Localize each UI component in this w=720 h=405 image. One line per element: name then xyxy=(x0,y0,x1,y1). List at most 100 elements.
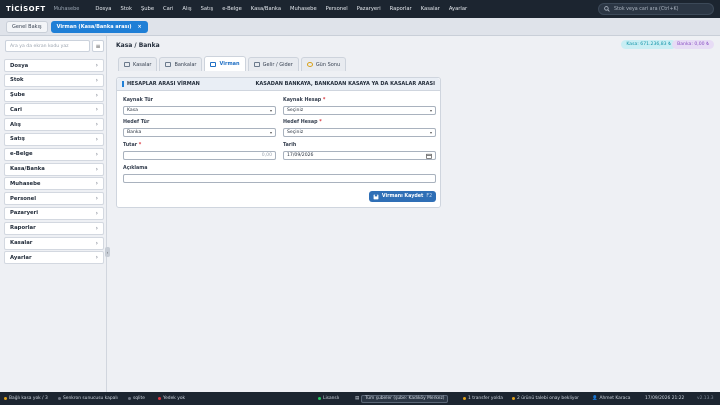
global-search-input[interactable]: Stok veya cari ara (Ctrl+K) xyxy=(598,3,714,15)
chevron-right-icon: › xyxy=(95,62,98,69)
chevron-right-icon: › xyxy=(95,135,98,143)
menu-muhasebe[interactable]: Muhasebe xyxy=(290,6,317,12)
menu-raporlar[interactable]: Raporlar xyxy=(390,6,412,12)
menu-pazaryeri[interactable]: Pazaryeri xyxy=(357,6,381,12)
subtab-virman[interactable]: Virman xyxy=(204,56,246,71)
menu-dosya[interactable]: Dosya xyxy=(95,6,111,12)
status-user[interactable]: 👤 Ahmet Karaca xyxy=(592,396,630,401)
menu-ebelge[interactable]: e-Belge xyxy=(222,6,242,12)
chevron-down-icon: ▾ xyxy=(269,130,272,135)
kasa-balance-badge: Kasa: 671.236,83 ₺ xyxy=(621,40,676,49)
search-icon xyxy=(604,6,610,12)
kaynak-tur-select[interactable]: Kasa ▾ xyxy=(123,106,276,115)
save-icon xyxy=(373,194,379,199)
status-datetime: 17/09/2026 21:22 xyxy=(645,396,685,401)
sidebar-item-sube[interactable]: Şube › xyxy=(4,88,104,102)
tutar-label: Tutar * xyxy=(123,143,142,148)
status-requests[interactable]: 2 ürünü talebi onay bekliyor xyxy=(512,396,579,401)
menu-personel[interactable]: Personel xyxy=(326,6,348,12)
subtab-gun-sonu[interactable]: Gün Sonu xyxy=(300,57,347,71)
sidebar-item-label: Stok xyxy=(10,77,24,84)
sidebar-item-ebelge[interactable]: e-Belge › xyxy=(4,147,104,161)
document-tabs: Genel Bakış Virman (Kasa/Banka arası) × xyxy=(0,18,720,36)
sidebar-item-stok[interactable]: Stok › xyxy=(4,73,104,87)
chevron-right-icon: › xyxy=(95,91,98,99)
menu-ayarlar[interactable]: Ayarlar xyxy=(449,6,467,12)
search-placeholder: Stok veya cari ara (Ctrl+K) xyxy=(614,6,679,12)
sidebar-search-input[interactable]: Ara ya da ekran kodu yaz xyxy=(5,40,90,52)
sidebar-item-cari[interactable]: Cari › xyxy=(4,103,104,117)
chevron-right-icon: › xyxy=(95,209,98,217)
sidebar-item-kasalar[interactable]: Kasalar › xyxy=(4,236,104,250)
chevron-down-icon: ▾ xyxy=(429,130,432,135)
branch-icon: ▤ xyxy=(355,396,360,401)
status-transfer[interactable]: 1 transfer yolda xyxy=(463,396,503,401)
warning-dot-icon xyxy=(4,397,7,400)
app-logo: TİCİSOFT xyxy=(6,5,46,13)
status-dot-icon xyxy=(58,397,61,400)
page-header: Kasa / Banka Kasa: 671.236,83 ₺ Banka: 0… xyxy=(110,36,720,54)
sidebar-item-pazaryeri[interactable]: Pazaryeri › xyxy=(4,206,104,220)
chevron-right-icon: › xyxy=(95,254,98,262)
menu-kasalar[interactable]: Kasalar xyxy=(421,6,440,12)
sidebar-menu-toggle-icon[interactable]: ≡ xyxy=(92,40,104,52)
select-value: Seçiniz xyxy=(287,130,304,135)
chevron-down-icon: ▾ xyxy=(429,108,432,113)
kaynak-hesap-select[interactable]: Seçiniz ▾ xyxy=(283,106,436,115)
status-sync: Senkron sunucusu kapalı xyxy=(58,396,118,401)
kaynak-tur-label: Kaynak Tür xyxy=(123,98,154,103)
sidebar-item-muhasebe[interactable]: Muhasebe › xyxy=(4,177,104,191)
select-value: Banka xyxy=(127,130,142,135)
chevron-right-icon: › xyxy=(95,150,98,158)
sidebar-item-label: Personel xyxy=(10,195,37,202)
menu-kasa-banka[interactable]: Kasa/Banka xyxy=(251,6,281,12)
subtab-gelir-gider[interactable]: Gelir / Gider xyxy=(247,57,299,71)
tab-genel-bakis[interactable]: Genel Bakış xyxy=(6,20,48,33)
hedef-hesap-select[interactable]: Seçiniz ▾ xyxy=(283,128,436,137)
calendar-icon[interactable] xyxy=(426,153,432,159)
save-virman-button[interactable]: Virmanı Kaydet F2 xyxy=(369,191,436,202)
hedef-hesap-label: Hedef Hesap * xyxy=(283,120,322,125)
request-dot-icon xyxy=(512,397,515,400)
sidebar-item-alis[interactable]: Alış › xyxy=(4,118,104,132)
select-value: Seçiniz xyxy=(287,108,304,113)
sidebar-item-kasa-banka[interactable]: Kasa/Banka › xyxy=(4,162,104,176)
menu-cari[interactable]: Cari xyxy=(163,6,173,12)
menu-stok[interactable]: Stok xyxy=(120,6,132,12)
chevron-right-icon: › xyxy=(95,239,98,247)
tab-virman[interactable]: Virman (Kasa/Banka arası) × xyxy=(50,20,148,33)
sidebar-item-personel[interactable]: Personel › xyxy=(4,192,104,206)
aciklama-label: Açıklama xyxy=(123,166,148,171)
chevron-down-icon: ▾ xyxy=(269,108,272,113)
status-branch-select[interactable]: ▤ Tüm şubeler (şube: Kadıköy Merkez) xyxy=(355,394,449,403)
sidebar-item-label: Ayarlar xyxy=(10,254,32,261)
sun-icon xyxy=(306,62,313,67)
subtab-label: Bankalar xyxy=(174,61,197,68)
sidebar-item-satis[interactable]: Satış › xyxy=(4,132,104,146)
bank-icon xyxy=(165,62,172,67)
sidebar-item-ayarlar[interactable]: Ayarlar › xyxy=(4,251,104,265)
tutar-input[interactable]: 0,00 xyxy=(123,151,276,160)
tarih-date-input[interactable]: 17/09/2026 xyxy=(283,151,436,160)
sidebar-item-dosya[interactable]: Dosya › xyxy=(4,59,104,72)
sidebar-item-label: Pazaryeri xyxy=(10,210,39,217)
input-placeholder: 0,00 xyxy=(261,153,272,158)
sidebar-item-label: Satış xyxy=(10,136,25,143)
subtab-kasalar[interactable]: Kasalar xyxy=(118,57,158,71)
sidebar-item-raporlar[interactable]: Raporlar › xyxy=(4,221,104,235)
aciklama-input[interactable] xyxy=(123,174,436,183)
date-value: 17/09/2026 xyxy=(287,153,314,158)
panel-header: HESAPLAR ARASI VİRMAN KASADAN BANKAYA, B… xyxy=(117,78,440,91)
sidebar-item-label: Raporlar xyxy=(10,225,36,232)
chevron-right-icon: › xyxy=(95,121,98,129)
hedef-tur-select[interactable]: Banka ▾ xyxy=(123,128,276,137)
close-icon[interactable]: × xyxy=(138,24,142,30)
banka-balance-badge: Banka: 0,00 ₺ xyxy=(672,40,714,49)
tab-virman-label: Virman (Kasa/Banka arası) xyxy=(56,23,132,30)
hedef-tur-label: Hedef Tür xyxy=(123,120,150,125)
menu-satis[interactable]: Satış xyxy=(201,6,214,12)
subtab-bankalar[interactable]: Bankalar xyxy=(159,57,203,71)
menu-sube[interactable]: Şube xyxy=(141,6,154,12)
menu-alis[interactable]: Alış xyxy=(182,6,191,12)
status-db: sqlite xyxy=(128,396,145,401)
